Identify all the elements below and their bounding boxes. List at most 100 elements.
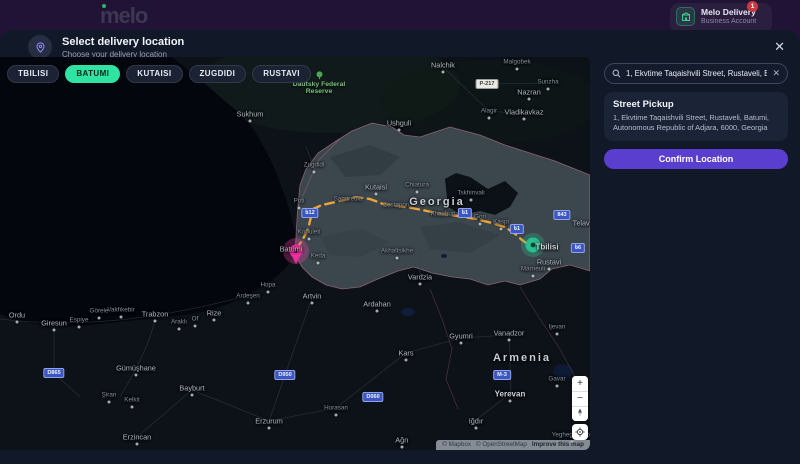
logo-text: melo — [100, 3, 148, 28]
city-dot — [212, 318, 216, 322]
city-dot — [15, 320, 19, 324]
city-chip-rustavi[interactable]: RUSTAVI — [252, 65, 311, 83]
city-dot — [77, 325, 81, 329]
search-result-card[interactable]: Street Pickup 1, Ekvtime Taqaishvili Str… — [604, 92, 788, 141]
city-dot — [316, 261, 320, 265]
city-dot — [52, 328, 56, 332]
road-shield: ს1 — [509, 224, 525, 234]
map-attribution: © Mapbox © OpenStreetMap Improve this ma… — [436, 440, 590, 450]
city-dot — [459, 341, 463, 345]
city-dot — [531, 274, 535, 278]
zoom-out-button[interactable]: − — [572, 391, 588, 406]
tree-icon — [316, 71, 322, 80]
city-dot — [134, 373, 138, 377]
city-dot — [334, 413, 338, 417]
close-button[interactable]: ✕ — [772, 38, 787, 55]
attrib-osm[interactable]: © OpenStreetMap — [476, 441, 527, 448]
clear-search-icon[interactable]: ✕ — [772, 69, 780, 78]
city-dot — [297, 206, 301, 210]
city-dot — [555, 332, 559, 336]
city-chip-zugdidi[interactable]: ZUGDIDI — [188, 65, 247, 83]
city-dot — [267, 426, 271, 430]
city-dot — [395, 256, 399, 260]
business-icon — [676, 7, 695, 26]
city-dot — [97, 316, 101, 320]
city-chip-batumi[interactable]: BATUMI — [65, 65, 121, 83]
attrib-mapbox[interactable]: © Mapbox — [442, 441, 471, 448]
city-dot — [266, 290, 270, 294]
city-dot — [507, 338, 511, 342]
city-dot — [404, 358, 408, 362]
road-shield: M-3 — [493, 370, 511, 380]
app-header: melo Melo Delivery Business Account 1 — [0, 0, 800, 34]
city-dot — [415, 190, 419, 194]
city-dot — [527, 97, 531, 101]
city-dot — [522, 117, 526, 121]
map[interactable]: Dautsky Federal Reserve Sukhum Nalchik Mal… — [0, 57, 590, 450]
city-dot — [153, 319, 157, 323]
city-dot — [418, 282, 422, 286]
notification-badge: 1 — [747, 1, 758, 12]
locate-icon — [575, 427, 585, 437]
destination-marker — [521, 233, 545, 257]
city-dot — [469, 198, 473, 202]
zoom-in-button[interactable]: + — [572, 376, 588, 391]
city-dot — [119, 315, 123, 319]
result-address: 1, Ekvtime Taqaishvili Street, Rustaveli… — [613, 113, 769, 133]
locate-button[interactable] — [572, 424, 588, 440]
city-dot — [107, 400, 111, 404]
city-dot — [190, 393, 194, 397]
city-dot — [177, 327, 181, 331]
app-root: melo Melo Delivery Business Account 1 Se… — [0, 0, 800, 464]
road-shield: D865 — [43, 368, 65, 378]
road-shield: D950 — [274, 370, 296, 380]
search-field[interactable]: ✕ — [604, 63, 788, 84]
city-dot — [555, 384, 559, 388]
city-dot — [515, 67, 519, 71]
result-title: Street Pickup — [613, 99, 674, 110]
city-chip-kutaisi[interactable]: KUTAISI — [126, 65, 183, 83]
confirm-location-button[interactable]: Confirm Location — [604, 148, 788, 169]
city-dot — [246, 301, 250, 305]
city-dot — [478, 222, 482, 226]
city-dot — [248, 119, 252, 123]
city-dot — [130, 405, 134, 409]
search-input[interactable] — [626, 69, 768, 78]
location-panel: ✕ Street Pickup 1, Ekvtime Taqaishvili S… — [604, 63, 788, 169]
city-dot — [135, 442, 139, 446]
compass-button[interactable] — [572, 406, 588, 421]
location-pin-icon — [28, 35, 52, 59]
city-dot — [441, 70, 445, 74]
road-shield: P-217 — [475, 79, 499, 89]
compass-icon — [578, 408, 582, 417]
modal-title: Select delivery location — [62, 36, 185, 48]
city-dot — [193, 324, 197, 328]
logo-dot-icon — [102, 4, 106, 8]
city-chip-tbilisi[interactable]: TBILISI — [7, 65, 60, 83]
attrib-improve-link[interactable]: Improve this map — [532, 441, 584, 448]
city-dot — [499, 227, 503, 231]
road-shield: ს1 — [457, 208, 473, 218]
city-dot — [375, 309, 379, 313]
city-dot — [474, 426, 478, 430]
road-shield: ს6 — [570, 243, 586, 253]
city-dot — [487, 116, 491, 120]
city-dot — [397, 128, 401, 132]
delivery-location-modal: Select delivery location Choose your del… — [0, 30, 800, 464]
road-shield: D060 — [362, 392, 384, 402]
map-zoom-controls: + − — [572, 376, 588, 421]
city-dot — [307, 237, 311, 241]
pickup-marker — [283, 238, 309, 264]
city-dot — [374, 192, 378, 196]
search-icon — [612, 69, 621, 78]
city-dot — [400, 445, 404, 449]
app-logo[interactable]: melo — [100, 3, 148, 29]
city-dot — [312, 170, 316, 174]
city-dot — [508, 399, 512, 403]
city-chips: TBILISI BATUMI KUTAISI ZUGDIDI RUSTAVI — [7, 65, 311, 83]
city-dot — [546, 87, 550, 91]
city-dot — [310, 301, 314, 305]
map-base-layer — [0, 57, 590, 450]
city-dot — [547, 267, 551, 271]
road-shield: ს12 — [301, 208, 319, 218]
